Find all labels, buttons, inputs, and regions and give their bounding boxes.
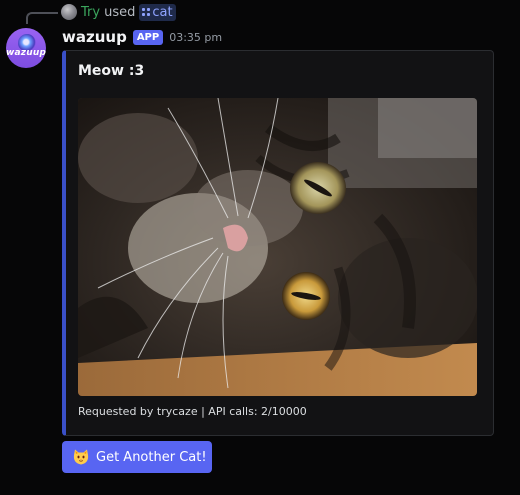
command-mention[interactable]: cat: [139, 3, 176, 21]
message-header: wazuup APP 03:35 pm: [62, 26, 222, 48]
username[interactable]: wazuup: [62, 28, 127, 46]
embed-image[interactable]: [78, 98, 477, 396]
reply-action-text: used: [104, 4, 136, 20]
app-badge: APP: [132, 29, 164, 45]
get-another-cat-button[interactable]: Get Another Cat!: [62, 441, 212, 473]
reply-reference[interactable]: Try used cat: [61, 3, 176, 21]
reply-username[interactable]: Try: [81, 5, 100, 20]
command-name: cat: [152, 4, 173, 20]
cat-face-icon: [73, 449, 89, 465]
embed-title: Meow :3: [78, 63, 145, 79]
timestamp[interactable]: 03:35 pm: [169, 31, 222, 44]
slash-command-icon: [142, 8, 151, 16]
chat-message-container: Try used cat wazuup wazuup APP 03:35 pm …: [0, 0, 520, 495]
button-label: Get Another Cat!: [96, 449, 207, 465]
embed-footer: Requested by trycaze | API calls: 2/1000…: [78, 405, 307, 418]
reply-spine: [26, 12, 58, 24]
embed: Meow :3 Requested by trycaze | API calls…: [62, 50, 494, 436]
reply-avatar[interactable]: [61, 4, 77, 20]
cat-photo: [78, 98, 477, 396]
avatar[interactable]: wazuup: [6, 28, 46, 68]
avatar-logo-text: wazuup: [6, 48, 46, 58]
